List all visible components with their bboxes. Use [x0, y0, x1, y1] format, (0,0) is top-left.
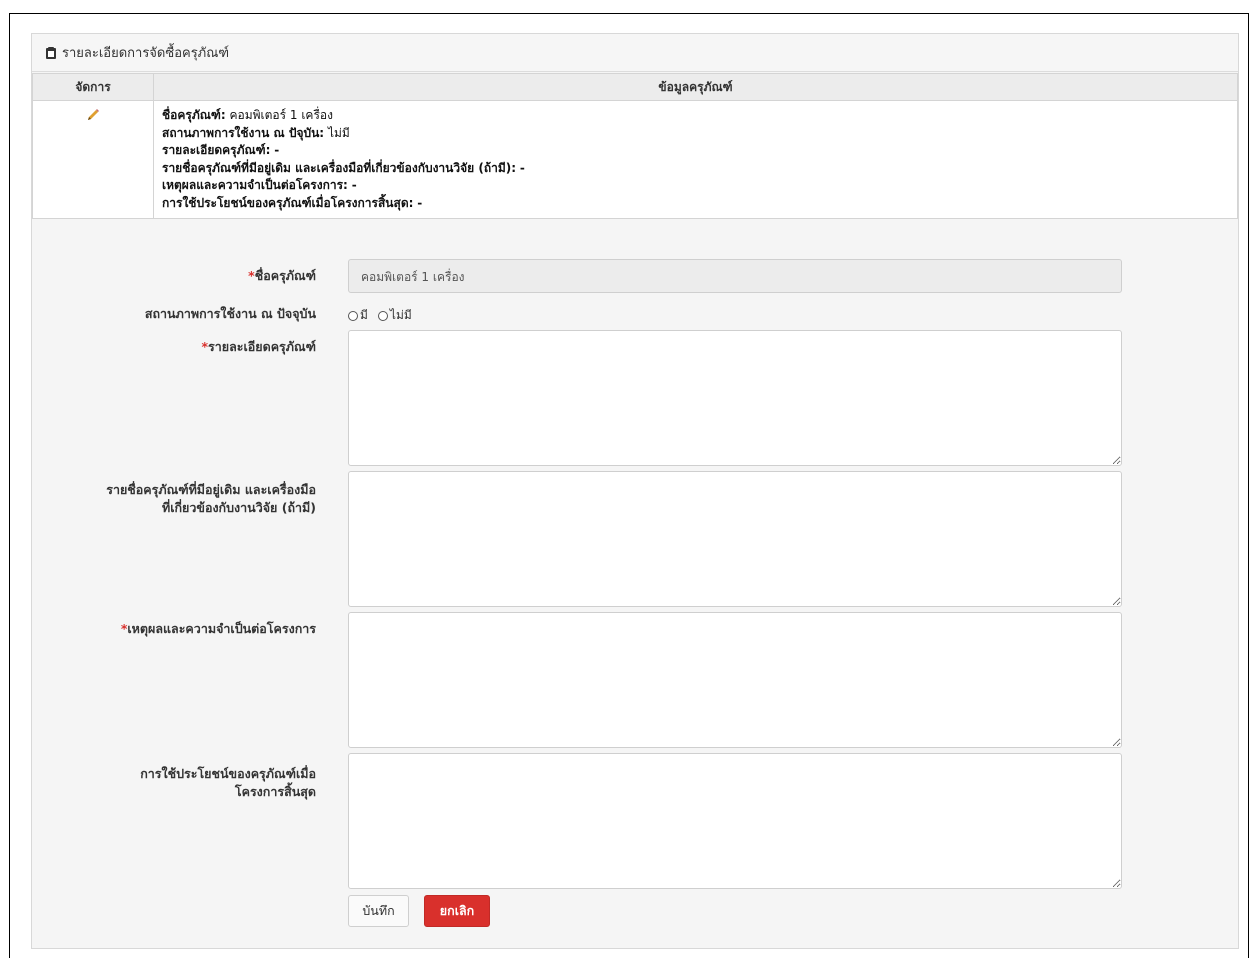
existing-textarea[interactable]	[348, 471, 1122, 607]
save-button[interactable]: บันทึก	[348, 895, 409, 927]
column-header-action: จัดการ	[32, 73, 154, 101]
info-line-name: ชื่อครุภัณฑ์: คอมพิเตอร์ 1 เครื่อง	[162, 108, 333, 122]
cancel-button[interactable]: ยกเลิก	[424, 895, 490, 927]
reason-textarea[interactable]	[348, 612, 1122, 748]
status-radio-group: มี ไม่มี	[348, 306, 418, 325]
equipment-table: จัดการ ข้อมูลครุภัณฑ์ ชื่อครุภัณฑ์: คอมพ…	[32, 73, 1238, 219]
info-line-status: สถานภาพการใช้งาน ณ ปัจุบัน: ไม่มี	[162, 125, 350, 140]
panel-header: รายละเอียดการจัดซื้อครุภัณฑ์	[32, 34, 1238, 72]
radio-circle-icon	[348, 310, 358, 321]
usage-textarea[interactable]	[348, 753, 1122, 889]
action-cell	[32, 100, 154, 219]
pencil-icon[interactable]	[85, 107, 101, 126]
info-line-existing: รายชื่อครุภัณฑ์ที่มีอยู่เดิม และเครื่องม…	[162, 160, 525, 175]
existing-label: รายชื่อครุภัณฑ์ที่มีอยู่เดิม และเครื่องม…	[106, 482, 316, 515]
status-label: สถานภาพการใช้งาน ณ ปัจจุบัน	[144, 306, 316, 321]
reason-label: *เหตุผลและความจำเป็นต่อโครงการ	[120, 621, 316, 636]
detail-textarea[interactable]	[348, 330, 1122, 466]
usage-label: การใช้ประโยชน์ของครุภัณฑ์เมื่อ โครงการสิ้…	[140, 766, 316, 799]
info-line-reason: เหตุผลและความจำเป็นต่อโครงการ: -	[162, 178, 357, 192]
clipboard-icon	[44, 46, 58, 60]
name-label: *ชื่อครุภัณฑ์	[248, 268, 316, 283]
panel-title: รายละเอียดการจัดซื้อครุภัณฑ์	[62, 46, 230, 61]
info-line-detail: รายละเอียดครุภัณฑ์: -	[162, 143, 280, 157]
equipment-purchase-panel: รายละเอียดการจัดซื้อครุภัณฑ์ จัดการ ข้อม…	[31, 33, 1239, 949]
column-header-info: ข้อมูลครุภัณฑ์	[153, 73, 1238, 101]
table-row: ชื่อครุภัณฑ์: คอมพิเตอร์ 1 เครื่อง สถานภ…	[32, 100, 1238, 219]
status-radio-no[interactable]: ไม่มี	[377, 306, 412, 325]
info-line-usage: การใช้ประโยชน์ของครุภัณฑ์เมื่อโครงการสิ้…	[162, 195, 423, 210]
radio-circle-icon	[377, 310, 388, 321]
status-radio-yes[interactable]: มี	[348, 306, 368, 325]
name-field[interactable]: คอมพิเตอร์ 1 เครื่อง	[348, 259, 1122, 293]
info-cell: ชื่อครุภัณฑ์: คอมพิเตอร์ 1 เครื่อง สถานภ…	[153, 100, 1238, 219]
detail-label: *รายละเอียดครุภัณฑ์	[201, 339, 317, 354]
